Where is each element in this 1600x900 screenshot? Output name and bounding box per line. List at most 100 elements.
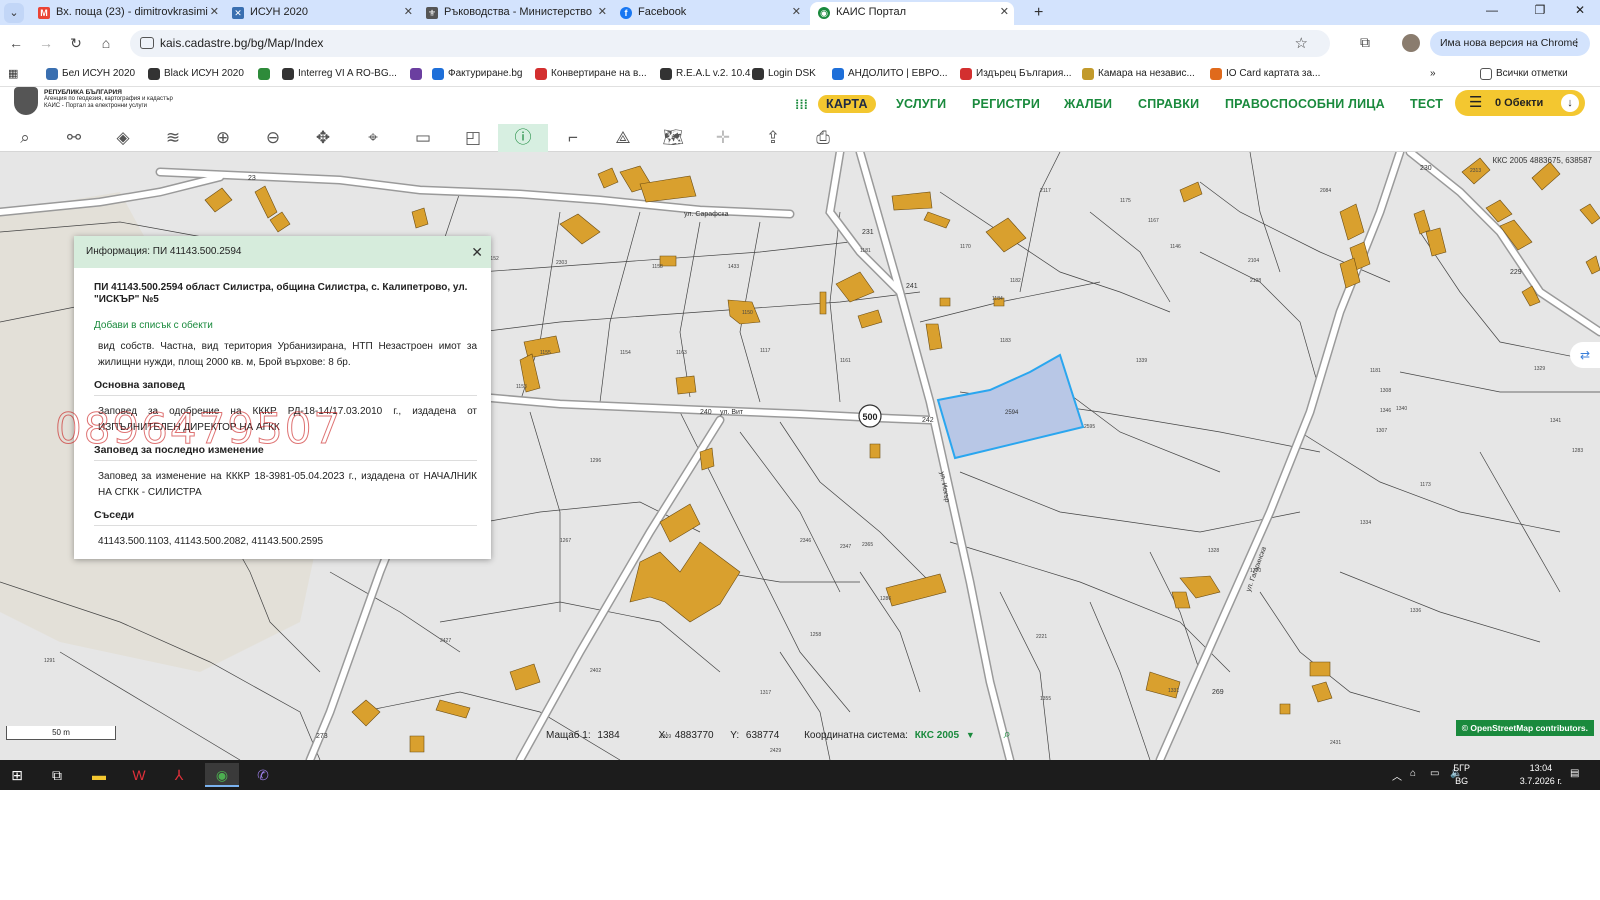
measure-distance-icon[interactable]: ⌐ — [548, 124, 598, 152]
display-icon[interactable]: ▭ — [1430, 768, 1439, 779]
bookmark-item[interactable]: Interreg VI A RO-BG... — [282, 66, 397, 82]
address-bar[interactable]: kais.cadastre.bg/bg/Map/Index ☆ — [130, 30, 1330, 57]
nav-services[interactable]: УСЛУГИ — [896, 97, 946, 111]
bookmark-item[interactable]: Login DSK — [752, 66, 816, 82]
close-icon[interactable]: ✕ — [471, 236, 483, 268]
apps-grid-icon[interactable]: ⁞⁞⁞ — [795, 97, 810, 112]
chrome-taskbar-icon[interactable]: ◉ — [205, 763, 239, 787]
crosshair-icon[interactable]: ✛ — [698, 124, 748, 152]
objects-button[interactable]: ☰ 0 Обекти ↓ — [1455, 90, 1585, 116]
clock[interactable]: 13:04 3.7.2026 г. — [1520, 762, 1562, 788]
scale-bar: 50 m — [6, 726, 116, 740]
parcel-number: 1341 — [1550, 418, 1561, 424]
bookmarks-overflow-icon[interactable]: » — [1430, 66, 1436, 82]
map-coordinate-readout: ККС 2005 4883675, 638587 — [1492, 156, 1592, 165]
extensions-icon[interactable]: ⧉ — [1360, 34, 1370, 51]
select-area-icon[interactable]: ◰ — [448, 124, 498, 152]
new-tab-button[interactable]: + — [1034, 2, 1043, 23]
keyboard-language[interactable]: БГР BG — [1453, 762, 1470, 788]
coat-of-arms-logo[interactable] — [14, 87, 38, 115]
nav-map[interactable]: КАРТА — [818, 95, 876, 113]
info-icon[interactable]: ⓘ — [498, 124, 548, 152]
acrobat-icon[interactable]: ⅄ — [162, 763, 196, 787]
layers-icon[interactable]: ≋ — [148, 124, 198, 152]
site-info-icon[interactable] — [140, 37, 154, 49]
tab-facebook[interactable]: f Facebook ✕ — [612, 2, 806, 25]
nav-registers[interactable]: РЕГИСТРИ — [972, 97, 1040, 111]
bookmark-star-icon[interactable]: ☆ — [1295, 34, 1308, 52]
add-to-list-link[interactable]: Добави в списък с обекти — [94, 320, 477, 331]
bookmark-item[interactable]: Камара на независ... — [1082, 66, 1195, 82]
wps-office-icon[interactable]: W — [122, 763, 156, 787]
minimize-icon[interactable]: — — [1472, 3, 1512, 17]
bookmark-item[interactable]: Фактуриране.bg — [432, 66, 523, 82]
close-tab-icon[interactable]: ✕ — [598, 2, 607, 23]
parcel-number: 2347 — [840, 544, 851, 550]
nav-references[interactable]: СПРАВКИ — [1138, 97, 1199, 111]
forward-icon[interactable]: → — [36, 33, 56, 53]
zoom-search-icon[interactable]: ⌕ — [1004, 726, 1011, 741]
apps-grid-icon[interactable]: ▦ — [8, 68, 20, 80]
search-icon[interactable]: ⌕ — [0, 124, 50, 152]
tab-search-button[interactable]: ⌄ — [4, 3, 24, 23]
windows-start-icon[interactable]: ⊞ — [0, 763, 34, 787]
map-icon[interactable]: 🗺 — [648, 124, 698, 152]
bookmark-item[interactable]: Конвертиране на в... — [535, 66, 647, 82]
translate-icon[interactable]: ⇄ — [1570, 342, 1600, 368]
tab-kais[interactable]: ◉ КАИС Портал ✕ — [810, 2, 1014, 25]
map-toolbar: ⌕ ⚯ ◈ ≋ ⊕ ⊖ ✥ ⌖ ▭ ◰ ⓘ ⌐ ⟁ 🗺 ✛ ⇪ ⎙ — [0, 124, 1600, 152]
osm-attribution[interactable]: © OpenStreetMap contributors. — [1455, 720, 1594, 736]
tray-chevron-icon[interactable]: ︿ — [1392, 768, 1402, 783]
route-icon[interactable]: ⚯ — [49, 124, 99, 152]
home-icon[interactable]: ⌂ — [96, 33, 116, 53]
close-tab-icon[interactable]: ✕ — [1000, 2, 1009, 23]
tab-isun[interactable]: ✕ ИСУН 2020 ✕ — [224, 2, 418, 25]
chrome-update-button[interactable]: Има нова версия на Chrome ⋮ — [1430, 31, 1590, 56]
print-icon[interactable]: ⎙ — [798, 124, 848, 152]
base-layers-icon[interactable]: ◈ — [98, 124, 148, 152]
tab-gmail[interactable]: M Вх. поща (23) - dimitrovkrasimi ✕ — [30, 2, 224, 25]
scale-value[interactable]: 1384 — [597, 730, 619, 741]
bookmark-item[interactable]: IO Card картата за... — [1210, 66, 1320, 82]
network-icon[interactable]: ⌂ — [1410, 768, 1416, 779]
close-tab-icon[interactable]: ✕ — [404, 2, 413, 23]
cadastral-map[interactable]: 2594 500 ул. Сарафска ул. Вит ул. Искър … — [0, 152, 1600, 760]
parcel-number: 1117 — [760, 348, 771, 354]
chevron-down-icon[interactable]: ▼ — [966, 730, 975, 740]
notifications-icon[interactable]: ▤ — [1570, 768, 1579, 779]
bookmark-item[interactable]: АНДОЛИТО | ЕВРО... — [832, 66, 948, 82]
avatar[interactable] — [1402, 34, 1420, 52]
select-rectangle-icon[interactable]: ▭ — [398, 124, 448, 152]
zoom-in-icon[interactable]: ⊕ — [198, 124, 248, 152]
nav-test[interactable]: ТЕСТ — [1410, 97, 1443, 111]
bookmark-item[interactable]: Издърец България... — [960, 66, 1072, 82]
coordinate-system-select[interactable]: ККС 2005 — [915, 730, 959, 741]
back-icon[interactable]: ← — [6, 33, 26, 53]
tab-ministry[interactable]: ⚜ Ръководства - Министерство ✕ — [418, 2, 612, 25]
location-pin-icon[interactable]: ⌖ — [348, 124, 398, 152]
reload-icon[interactable]: ↻ — [66, 33, 86, 53]
parcel-description: вид собств. Частна, вид територия Урбани… — [98, 341, 477, 368]
nav-licensed-persons[interactable]: ПРАВОСПОСОБНИ ЛИЦА — [1225, 97, 1385, 111]
nav-complaints[interactable]: ЖАЛБИ — [1064, 97, 1112, 111]
export-icon[interactable]: ⇪ — [748, 124, 798, 152]
close-tab-icon[interactable]: ✕ — [210, 2, 219, 23]
close-window-icon[interactable]: ✕ — [1560, 3, 1600, 17]
task-view-icon[interactable]: ⧉ — [40, 763, 74, 787]
bookmark-item[interactable]: Black ИСУН 2020 — [148, 66, 244, 82]
all-bookmarks-button[interactable]: Всички отметки — [1480, 66, 1568, 82]
isun-icon: ✕ — [232, 7, 244, 19]
parcel-number: 1339 — [1136, 358, 1147, 364]
parcel-number: 1331 — [1168, 688, 1179, 694]
restore-icon[interactable]: ❐ — [1520, 3, 1560, 17]
parcel-number: 1181 — [1370, 368, 1381, 374]
pan-icon[interactable]: ✥ — [298, 124, 348, 152]
file-explorer-icon[interactable]: ▬ — [82, 763, 116, 787]
close-tab-icon[interactable]: ✕ — [792, 2, 801, 23]
zoom-out-icon[interactable]: ⊖ — [248, 124, 298, 152]
bookmark-item[interactable]: Бел ИСУН 2020 — [46, 66, 135, 82]
parcel-number: 2431 — [1330, 740, 1341, 746]
viber-icon[interactable]: ✆ — [246, 763, 280, 787]
measure-area-icon[interactable]: ⟁ — [598, 124, 648, 152]
bookmark-item[interactable]: R.E.A.L v.2. 10.4 — [660, 66, 750, 82]
